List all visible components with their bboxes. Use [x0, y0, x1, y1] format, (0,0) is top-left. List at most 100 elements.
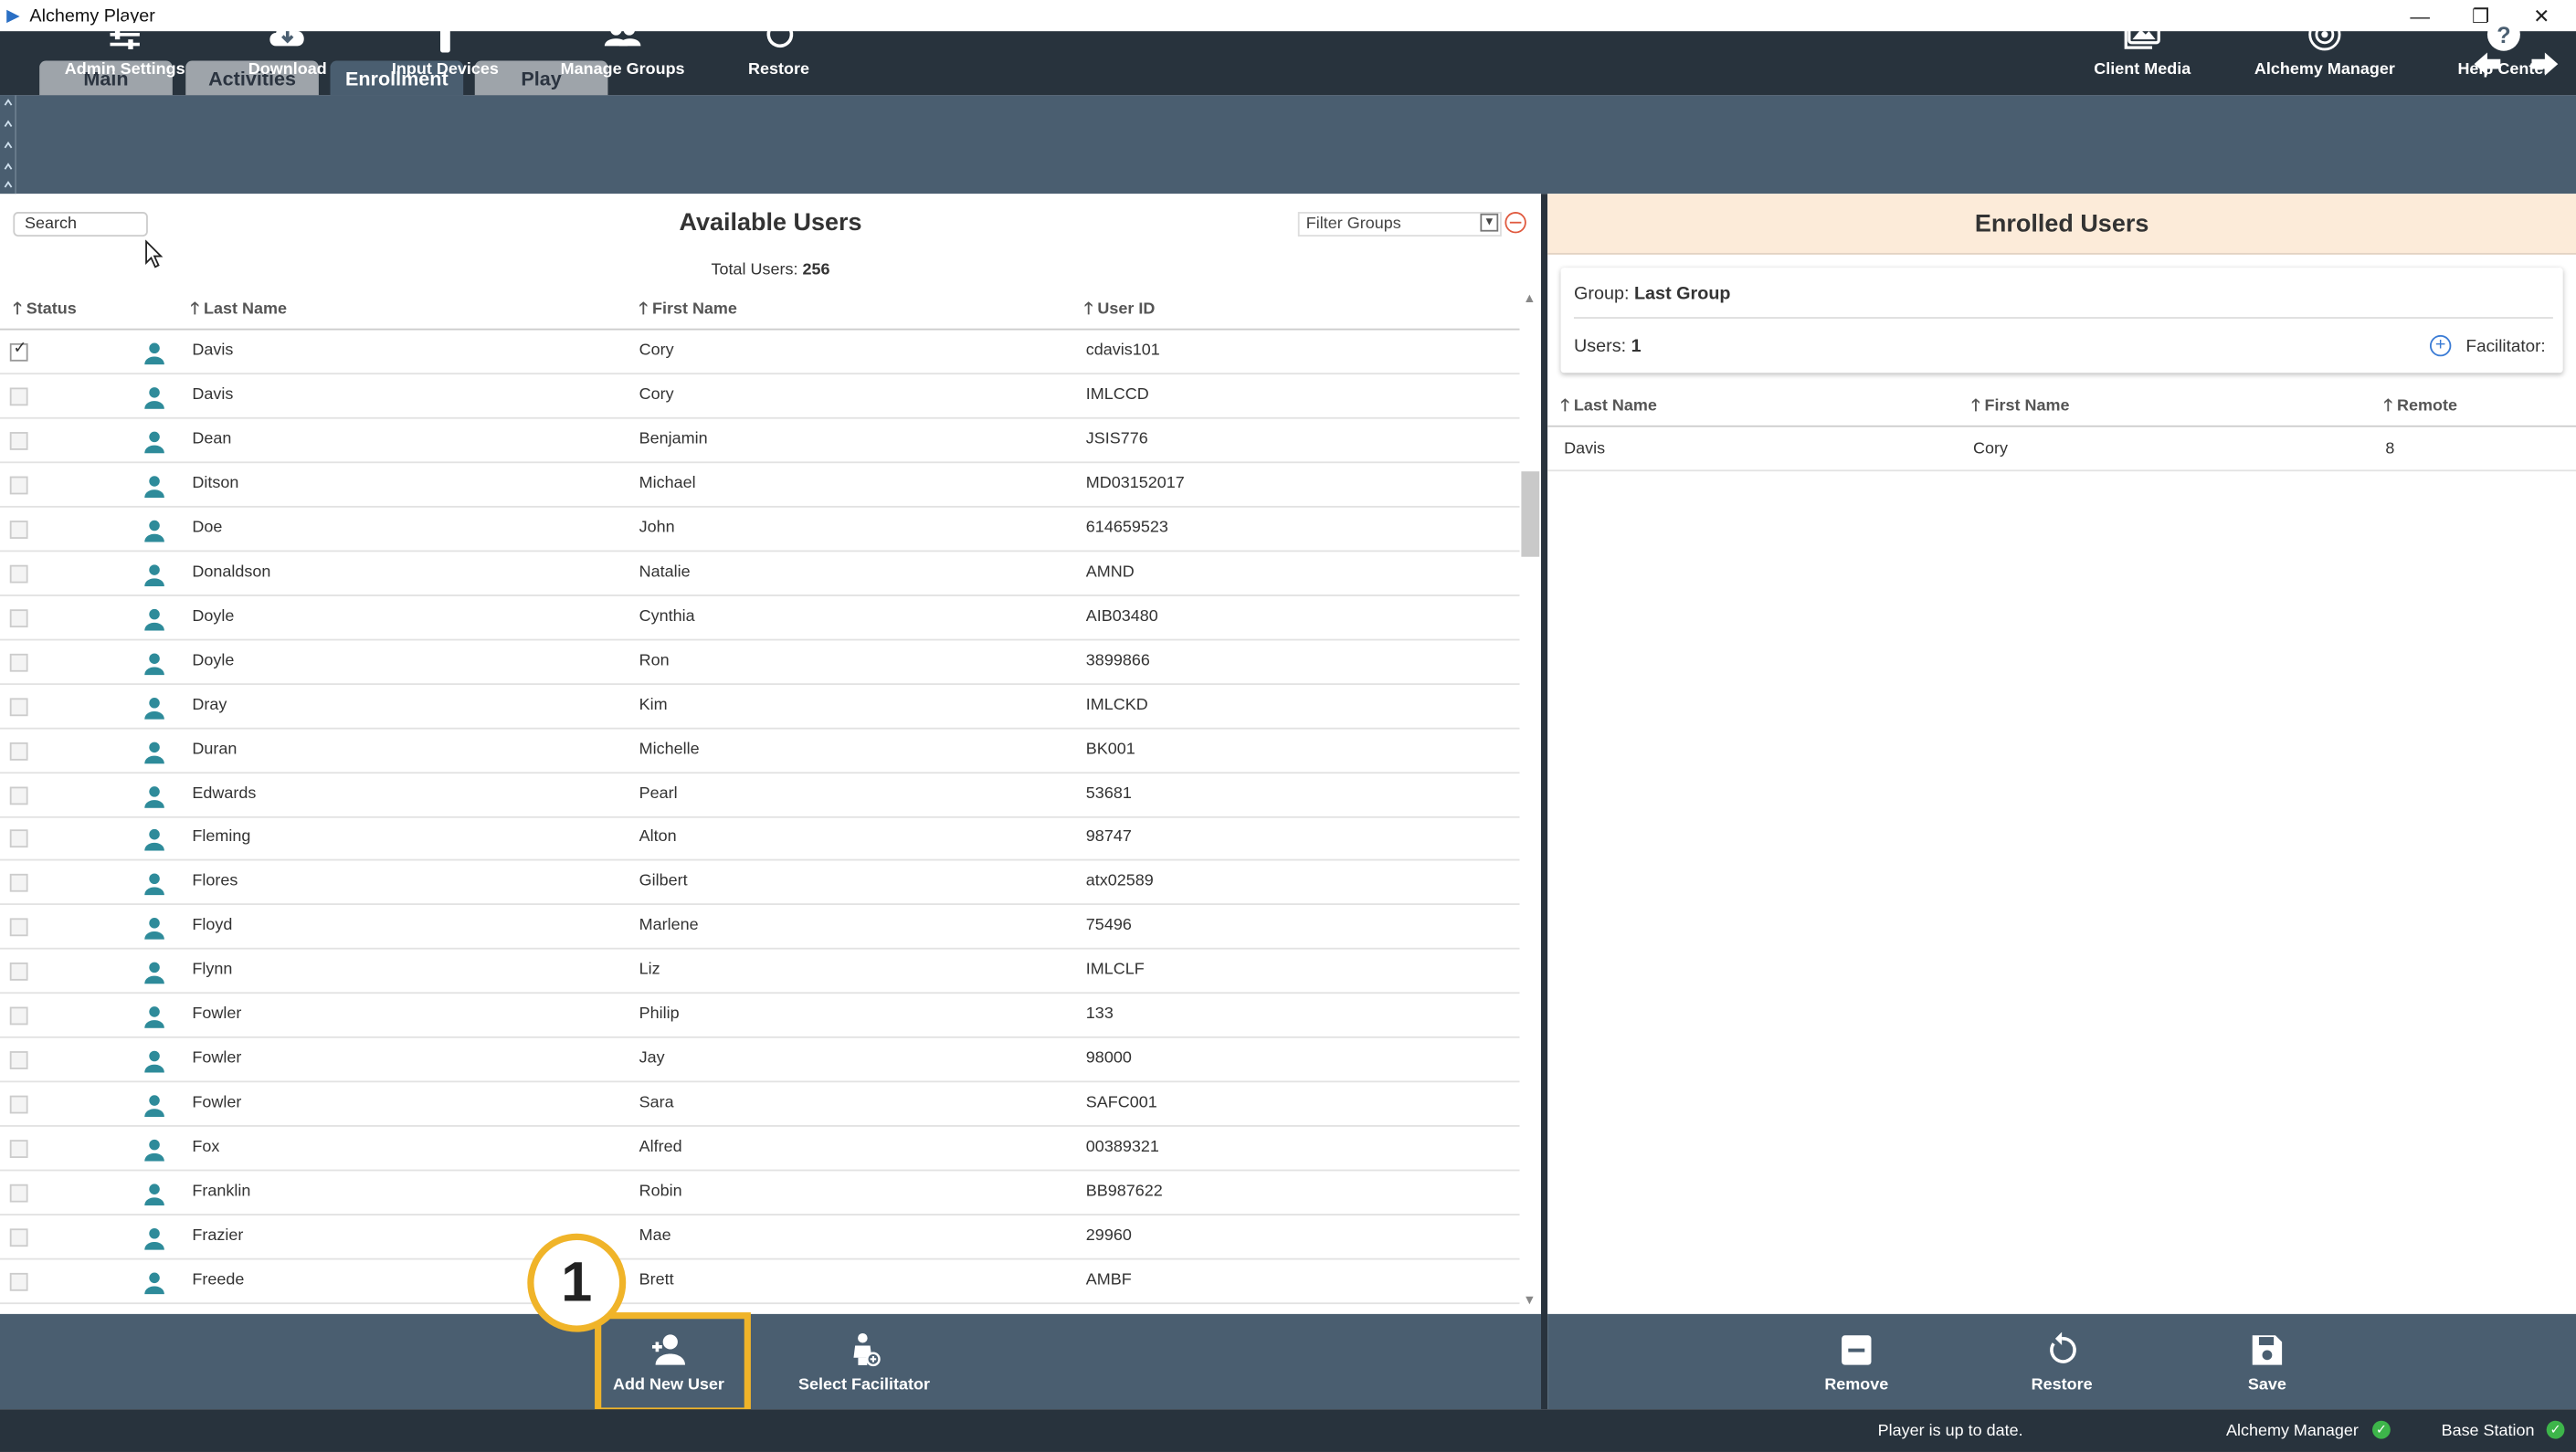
toolbar-scroll-strip[interactable]	[0, 95, 16, 195]
enrolled-header-first-name[interactable]: 🡑 First Name	[1971, 395, 2069, 423]
restore-enrollment-button[interactable]: Restore	[2021, 1314, 2103, 1409]
last-name-cell: Flores	[192, 872, 238, 891]
table-row[interactable]: Fox Alfred 00389321	[0, 1127, 1520, 1172]
row-checkbox[interactable]	[9, 1140, 28, 1159]
user-id-header-label: User ID	[1097, 300, 1156, 319]
table-row[interactable]: Dray Kim IMLCKD	[0, 684, 1520, 729]
help-center-button[interactable]: ? Help Center	[2455, 0, 2553, 99]
column-header-last-name[interactable]: 🡑 Last Name	[191, 298, 287, 326]
table-row[interactable]: Davis Cory 8	[1547, 427, 2576, 472]
table-row[interactable]: Fowler Philip 133	[0, 994, 1520, 1039]
row-checkbox[interactable]	[9, 1095, 28, 1114]
user-icon	[144, 741, 164, 763]
manage-groups-button[interactable]: Manage Groups	[558, 0, 686, 99]
table-row[interactable]: Edwards Pearl 53681	[0, 773, 1520, 817]
client-media-label: Client Media	[2094, 60, 2191, 79]
row-checkbox[interactable]	[9, 564, 28, 584]
table-row[interactable]: Dean Benjamin JSIS776	[0, 418, 1520, 464]
panel-divider[interactable]	[1540, 194, 1548, 1410]
table-row[interactable]: Flynn Liz IMLCLF	[0, 950, 1520, 994]
user-id-cell: 75496	[1085, 917, 1132, 936]
row-checkbox[interactable]	[9, 340, 28, 362]
table-row[interactable]: Davis Cory IMLCCD	[0, 374, 1520, 419]
row-checkbox[interactable]	[9, 1006, 28, 1026]
table-row[interactable]: Franklin Robin BB987622	[0, 1171, 1520, 1216]
row-checkbox[interactable]	[9, 431, 28, 450]
user-id-cell: SAFC001	[1085, 1094, 1157, 1112]
table-row[interactable]: Ditson Michael MD03152017	[0, 463, 1520, 508]
search-input[interactable]: Search	[13, 212, 148, 237]
restore-button[interactable]: Restore	[739, 0, 818, 99]
download-label: Download	[248, 60, 327, 79]
row-checkbox[interactable]	[9, 742, 28, 760]
table-row[interactable]: Frazier Mae 29960	[0, 1215, 1520, 1260]
users-scrollbar[interactable]: ▲ ▼	[1519, 287, 1541, 1314]
select-facilitator-button[interactable]: Select Facilitator	[795, 1314, 933, 1409]
row-checkbox[interactable]	[9, 874, 28, 893]
column-header-user-id[interactable]: 🡑 User ID	[1084, 298, 1155, 326]
input-devices-button[interactable]: Input Devices	[392, 0, 499, 99]
remove-button[interactable]: Remove	[1815, 1314, 1897, 1409]
row-checkbox[interactable]	[9, 520, 28, 539]
row-checkbox[interactable]	[9, 919, 28, 937]
table-row[interactable]: Davis Cory cdavis101	[0, 331, 1520, 375]
enrolled-header-last-name[interactable]: 🡑 Last Name	[1561, 395, 1657, 423]
users-count-value: 1	[1631, 336, 1642, 357]
table-row[interactable]: Fleming Alton 98747	[0, 817, 1520, 862]
download-button[interactable]: Download	[241, 0, 333, 99]
row-checkbox[interactable]	[9, 1228, 28, 1247]
admin-settings-button[interactable]: Admin Settings	[65, 0, 185, 99]
scroll-thumb[interactable]	[1521, 471, 1540, 557]
row-checkbox[interactable]	[9, 1272, 28, 1291]
table-row[interactable]: Donaldson Natalie AMND	[0, 552, 1520, 596]
last-name-cell: Fowler	[192, 1049, 242, 1068]
chevron-down-icon[interactable]: ▼	[1480, 213, 1499, 232]
group-divider	[1573, 317, 2553, 319]
app-logo-icon	[6, 8, 20, 23]
table-row[interactable]: Freede Brett AMBF	[0, 1259, 1520, 1304]
row-checkbox[interactable]	[9, 387, 28, 406]
clear-filter-icon[interactable]	[1504, 212, 1526, 234]
first-name-cell: Cynthia	[639, 606, 695, 626]
scroll-down-icon[interactable]: ▼	[1523, 1292, 1536, 1307]
table-row[interactable]: Floyd Marlene 75496	[0, 906, 1520, 951]
table-row[interactable]: Duran Michelle BK001	[0, 729, 1520, 773]
row-checkbox[interactable]	[9, 830, 28, 848]
row-checkbox[interactable]	[9, 963, 28, 982]
minimize-button[interactable]: —	[2391, 0, 2450, 31]
row-checkbox[interactable]	[9, 785, 28, 805]
table-row[interactable]: Fowler Sara SAFC001	[0, 1083, 1520, 1128]
row-checkbox[interactable]	[9, 1051, 28, 1070]
table-row[interactable]: Doyle Ron 3899866	[0, 640, 1520, 685]
callout-step-number: 1	[527, 1233, 627, 1332]
row-checkbox[interactable]	[9, 653, 28, 671]
enrolled-users-title: Enrolled Users	[1547, 194, 2576, 255]
row-checkbox[interactable]	[9, 1184, 28, 1203]
manage-groups-label: Manage Groups	[560, 60, 685, 79]
svg-text:?: ?	[2497, 23, 2510, 48]
table-row[interactable]: Flores Gilbert atx02589	[0, 861, 1520, 906]
row-checkbox[interactable]	[9, 697, 28, 716]
add-facilitator-icon[interactable]: +	[2429, 334, 2452, 357]
user-icon	[144, 608, 164, 631]
save-button[interactable]: Save	[2226, 1314, 2308, 1409]
enrolled-header-remote[interactable]: 🡑 Remote	[2384, 395, 2457, 423]
scroll-up-icon[interactable]: ▲	[1523, 290, 1536, 305]
table-row[interactable]: Doe John 614659523	[0, 507, 1520, 552]
client-media-button[interactable]: Client Media	[2086, 0, 2198, 99]
user-id-cell: MD03152017	[1085, 474, 1185, 493]
filter-groups-select[interactable]: Filter Groups	[1297, 212, 1502, 237]
user-id-cell: IMLCLF	[1085, 961, 1145, 980]
last-name-cell: Dray	[192, 695, 227, 714]
alchemy-manager-button[interactable]: Alchemy Manager	[2251, 0, 2399, 99]
table-row[interactable]: Fowler Jay 98000	[0, 1038, 1520, 1083]
row-checkbox[interactable]	[9, 476, 28, 495]
table-row[interactable]: Doyle Cynthia AIB03480	[0, 595, 1520, 640]
user-icon	[144, 1051, 164, 1073]
column-header-status[interactable]: 🡑 Status	[13, 298, 76, 326]
row-checkbox[interactable]	[9, 608, 28, 627]
user-id-cell: 53681	[1085, 784, 1132, 803]
column-header-first-name[interactable]: 🡑 First Name	[639, 298, 737, 326]
last-name-cell: Franklin	[192, 1183, 251, 1201]
user-id-cell: 00389321	[1085, 1138, 1159, 1157]
